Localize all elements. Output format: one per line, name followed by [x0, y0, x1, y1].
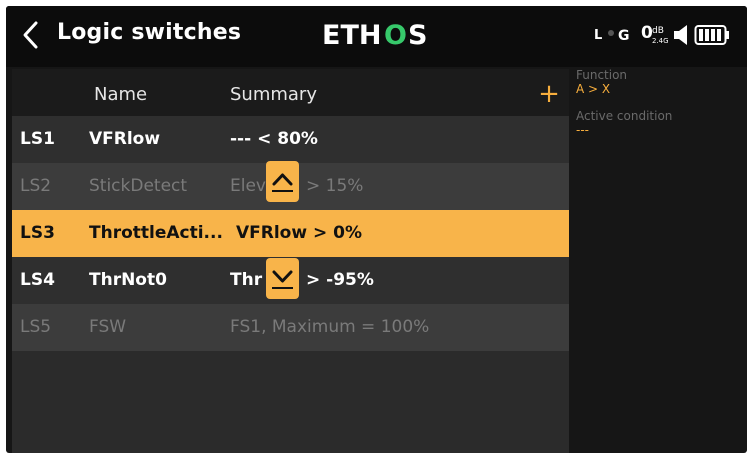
- l-indicator: L: [594, 28, 603, 43]
- header-bar: Logic switches ETH O S L G 0 dB 2.4G: [6, 6, 747, 67]
- details-panel: Function A > X Active condition ---: [576, 68, 747, 138]
- list-header: Name Summary +: [12, 69, 569, 119]
- table-row[interactable]: LS1 VFRlow --- < 80%: [12, 116, 569, 163]
- chevron-up-icon: [272, 173, 293, 192]
- column-summary-header: Summary: [230, 84, 317, 105]
- row-name: ThrottleActi...: [89, 223, 223, 243]
- row-name: VFRlow: [89, 129, 161, 149]
- svg-text:ETH: ETH: [322, 20, 381, 51]
- svg-text:S: S: [408, 20, 427, 51]
- column-name-header: Name: [94, 84, 148, 105]
- active-condition-label: Active condition: [576, 109, 673, 123]
- row-name: ThrNot0: [89, 270, 167, 290]
- band-label: 2.4G: [652, 37, 669, 45]
- back-arrow-icon[interactable]: [20, 19, 42, 51]
- move-down-button[interactable]: [266, 258, 299, 299]
- row-id: LS5: [20, 317, 52, 337]
- row-summary: --- < 80%: [230, 129, 318, 149]
- table-row[interactable]: LS5 FSW FS1, Maximum = 100%: [12, 304, 569, 351]
- function-value: A > X: [576, 82, 611, 96]
- page-title: Logic switches: [57, 20, 242, 45]
- speaker-icon: [674, 25, 687, 45]
- row-id: LS3: [20, 223, 55, 243]
- row-summary: FS1, Maximum = 100%: [230, 317, 430, 337]
- active-condition-value: ---: [576, 123, 589, 137]
- add-button[interactable]: +: [529, 69, 569, 119]
- function-label: Function: [576, 68, 628, 82]
- table-row-selected[interactable]: LS3 ThrottleActi... VFRlow > 0%: [12, 210, 569, 257]
- row-name: FSW: [89, 317, 127, 337]
- row-id: LS4: [20, 270, 55, 290]
- row-summary-start: Elev: [230, 176, 266, 196]
- radio-screen: Logic switches ETH O S L G 0 dB 2.4G Nam…: [6, 6, 747, 453]
- battery-icon: [694, 25, 729, 45]
- row-name: StickDetect: [89, 176, 188, 196]
- chevron-down-icon: [272, 270, 293, 289]
- status-area: L G 0 dB 2.4G: [594, 22, 744, 50]
- rssi-unit: dB: [652, 26, 664, 36]
- g-indicator: G: [618, 28, 630, 44]
- row-id: LS2: [20, 176, 52, 196]
- row-summary-start: Thr: [230, 270, 263, 290]
- row-summary: VFRlow > 0%: [236, 223, 363, 243]
- svg-text:O: O: [384, 20, 407, 51]
- row-summary-end: > 15%: [306, 176, 364, 196]
- move-up-button[interactable]: [266, 161, 299, 202]
- list-empty-area: [12, 351, 569, 453]
- row-summary-end: > -95%: [306, 270, 374, 290]
- ethos-logo: ETH O S: [322, 20, 427, 51]
- link-dot-icon: [608, 30, 614, 36]
- row-id: LS1: [20, 129, 55, 149]
